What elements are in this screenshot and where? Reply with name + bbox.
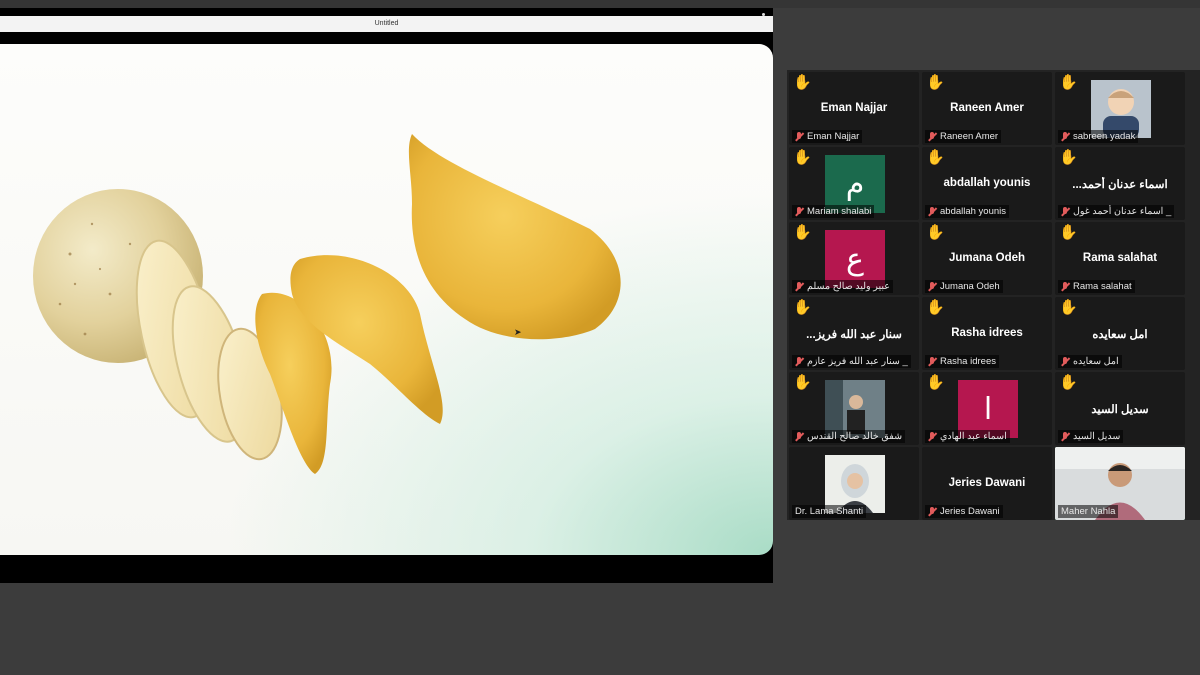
participant-display-name: سديل السيد [1091,404,1149,416]
muted-mic-icon [795,432,804,441]
participant-name-label: abdallah younis [925,205,1010,218]
muted-mic-icon [1061,132,1070,141]
participant-display-name: Eman Najjar [820,102,888,114]
participant-name-label: Rama salahat [1058,280,1135,293]
raised-hand-icon: ✋ [1059,149,1078,166]
mouse-cursor-icon: ➤ [514,327,522,337]
muted-mic-icon [1061,282,1070,291]
participant-display-name: Raneen Amer [950,102,1024,114]
raised-hand-icon: ✋ [926,149,945,166]
raised-hand-icon: ✋ [926,374,945,391]
participant-display-name: اسماء عدنان أحمد... [1072,179,1168,191]
muted-mic-icon [1061,207,1070,216]
participant-tile[interactable]: م ✋ Mariam shalabi [789,147,919,220]
participant-name-label: Maher Nahla [1058,505,1119,518]
muted-mic-icon [795,207,804,216]
participant-name-label: Mariam shalabi [792,205,875,218]
participant-name-label: سنار عبد الله فريز عازم _ [792,355,911,368]
raised-hand-icon: ✋ [1059,374,1078,391]
participant-display-name: Jumana Odeh [948,252,1026,264]
participant-display-name: Jeries Dawani [948,477,1026,489]
muted-mic-icon [795,132,804,141]
participant-name-label: Jumana Odeh [925,280,1003,293]
participant-name-label: Dr. Lama Shanti [792,505,867,518]
raised-hand-icon: ✋ [793,299,812,316]
participant-name-label: Eman Najjar [792,130,863,143]
participant-gallery: Eman Najjar ✋ Eman Najjar Raneen Amer ✋ Ranee… [787,70,1200,520]
muted-mic-icon [1061,357,1070,366]
participant-tile[interactable]: اسماء عدنان أحمد... ✋ اسماء عدنان أحمد غول… [1055,147,1185,220]
participant-tile[interactable]: Dr. Lama Shanti [789,447,919,520]
raised-hand-icon: ✋ [793,74,812,91]
participant-tile[interactable]: Raneen Amer ✋ Raneen Amer [922,72,1052,145]
participant-tile[interactable]: ✋ شفق خالد صالح القندس [789,372,919,445]
participant-tile[interactable]: abdallah younis ✋ abdallah younis [922,147,1052,220]
muted-mic-icon [928,507,937,516]
participant-tile[interactable]: Jeries Dawani Jeries Dawani [922,447,1052,520]
participant-tile[interactable]: Jumana Odeh ✋ Jumana Odeh [922,222,1052,295]
participant-display-name: Rasha idrees [951,327,1023,339]
participant-name-label: sabreen yadak [1058,130,1139,143]
participant-tile[interactable]: Rama salahat ✋ Rama salahat [1055,222,1185,295]
raised-hand-icon: ✋ [926,299,945,316]
participant-name-label: امل سعايده [1058,355,1122,368]
participant-display-name: abdallah younis [943,177,1031,189]
participant-name-label: عبير وليد صالح مسلم [792,280,893,293]
top-bar [0,0,1200,8]
participant-name-label: سديل السيد [1058,430,1124,443]
raised-hand-icon: ✋ [793,374,812,391]
participant-tile[interactable]: ا ✋ اسماء عبد الهادي [922,372,1052,445]
participant-display-name: Rama salahat [1082,252,1158,264]
participant-tile[interactable]: امل سعايده ✋ امل سعايده [1055,297,1185,370]
muted-mic-icon [795,357,804,366]
chip-3 [408,134,621,340]
participant-tile[interactable]: Rasha idrees ✋ Rasha idrees [922,297,1052,370]
raised-hand-icon: ✋ [926,224,945,241]
raised-hand-icon: ✋ [1059,224,1078,241]
participant-display-name: سنار عبد الله فريز... [806,329,902,341]
raised-hand-icon: ✋ [926,74,945,91]
muted-mic-icon [928,207,937,216]
muted-mic-icon [795,282,804,291]
raised-hand-icon: ✋ [1059,74,1078,91]
muted-mic-icon [1061,432,1070,441]
participant-tile[interactable]: سديل السيد ✋ سديل السيد [1055,372,1185,445]
participant-tile[interactable]: ع ✋ عبير وليد صالح مسلم [789,222,919,295]
participant-tile[interactable]: Eman Najjar ✋ Eman Najjar [789,72,919,145]
participant-tile[interactable]: Maher Nahla [1055,447,1185,520]
participant-name-label: Raneen Amer [925,130,1002,143]
participant-name-label: اسماء عدنان أحمد غول _ [1058,205,1175,218]
muted-mic-icon [928,357,937,366]
raised-hand-icon: ✋ [793,149,812,166]
participant-name-label: اسماء عبد الهادي [925,430,1010,443]
participant-name-label: شفق خالد صالح القندس [792,430,906,443]
participant-name-label: Jeries Dawani [925,505,1003,518]
potato-chips-illustration [33,134,621,474]
presentation-slide: ➤ [0,44,773,555]
participant-display-name: امل سعايده [1092,329,1148,341]
participant-tile[interactable]: ✋ sabreen yadak [1055,72,1185,145]
participant-name-label: Rasha idrees [925,355,999,368]
raised-hand-icon: ✋ [1059,299,1078,316]
muted-mic-icon [928,432,937,441]
muted-mic-icon [928,132,937,141]
participant-tile[interactable]: سنار عبد الله فريز... ✋ سنار عبد الله فريز… [789,297,919,370]
shared-window-title: Untitled [0,16,773,32]
muted-mic-icon [928,282,937,291]
raised-hand-icon: ✋ [793,224,812,241]
